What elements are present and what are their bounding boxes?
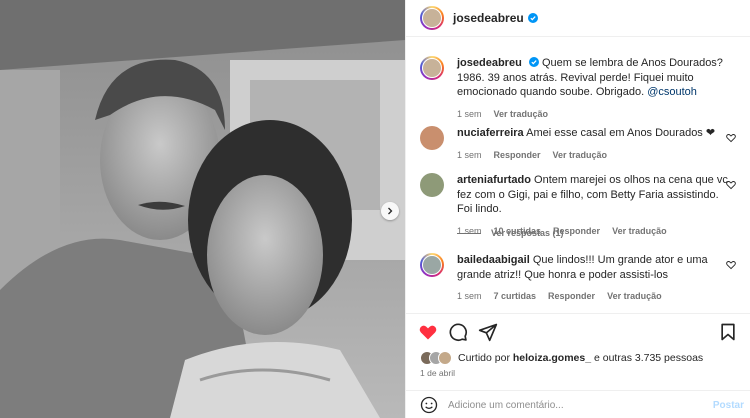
caption-author[interactable]: josedeabreu [457,57,522,69]
comment-icon[interactable] [448,322,468,342]
comments-list: josedeabreu Quem se lembra de Anos Doura… [406,38,750,312]
post-caption: josedeabreu Quem se lembra de Anos Doura… [420,56,740,121]
chevron-right-icon [388,207,393,215]
comment-username[interactable]: nuciaferreira [457,127,524,139]
post-modal: josedeabreu josedeabreu Quem se lembra d… [0,0,750,418]
likes-user[interactable]: heloiza.gomes_ [513,352,591,364]
comment-time[interactable]: 1 sem [457,289,482,304]
author-avatar[interactable] [420,6,444,30]
post-actions: Curtido por heloiza.gomes_ e outras 3.73… [406,313,750,418]
translate-link[interactable]: Ver tradução [607,289,662,304]
caption-mention[interactable]: @csoutoh [647,86,697,98]
comment-item: bailedaabigail Que lindos!!! Um grande a… [420,253,740,304]
post-photo [0,0,405,418]
post-media[interactable] [0,0,405,418]
post-date[interactable]: 1 de abril [420,368,455,378]
translate-link[interactable]: Ver tradução [553,148,608,163]
comment-item: nuciaferreira Amei esse casal em Anos Do… [420,126,740,162]
caption-time[interactable]: 1 sem [457,107,482,122]
add-comment-bar: Postar [406,390,750,418]
like-comment-heart-icon[interactable] [726,180,736,190]
verified-badge-icon [527,13,538,23]
save-bookmark-icon[interactable] [718,322,738,342]
replies-divider [457,232,481,234]
view-replies-button[interactable]: Ver respostas (1) [457,228,564,238]
translate-link[interactable]: Ver tradução [612,224,667,239]
post-header: josedeabreu [406,0,750,37]
emoji-icon[interactable] [420,396,438,414]
add-comment-input[interactable] [448,399,688,411]
reply-link[interactable]: Responder [494,148,541,163]
reply-link[interactable]: Responder [548,289,595,304]
comment-time[interactable]: 1 sem [457,148,482,163]
caption-author-avatar[interactable] [420,56,444,80]
like-comment-heart-icon[interactable] [726,260,736,270]
author-username[interactable]: josedeabreu [453,11,524,25]
caption-translate-link[interactable]: Ver tradução [494,107,549,122]
comment-likes-count[interactable]: 7 curtidas [494,289,537,304]
post-comment-button[interactable]: Postar [713,400,744,411]
share-icon[interactable] [478,322,498,342]
verified-badge-icon [528,57,539,67]
likes-suffix[interactable]: e outras 3.735 pessoas [594,352,703,364]
comment-username[interactable]: arteniafurtado [457,174,531,186]
liker-avatar [438,351,452,365]
comment-text: Amei esse casal em Anos Dourados ❤ [526,127,716,139]
next-image-button[interactable] [381,202,399,220]
likes-summary[interactable]: Curtido por heloiza.gomes_ e outras 3.73… [420,351,703,365]
like-comment-heart-icon[interactable] [726,133,736,143]
view-replies-label: Ver respostas (1) [491,228,564,238]
post-side-panel: josedeabreu josedeabreu Quem se lembra d… [405,0,750,418]
comment-username[interactable]: bailedaabigail [457,254,530,266]
commenter-avatar[interactable] [420,173,444,197]
likes-prefix: Curtido por [458,352,510,364]
commenter-avatar[interactable] [420,126,444,150]
liked-heart-icon[interactable] [418,322,438,342]
commenter-avatar[interactable] [420,253,444,277]
